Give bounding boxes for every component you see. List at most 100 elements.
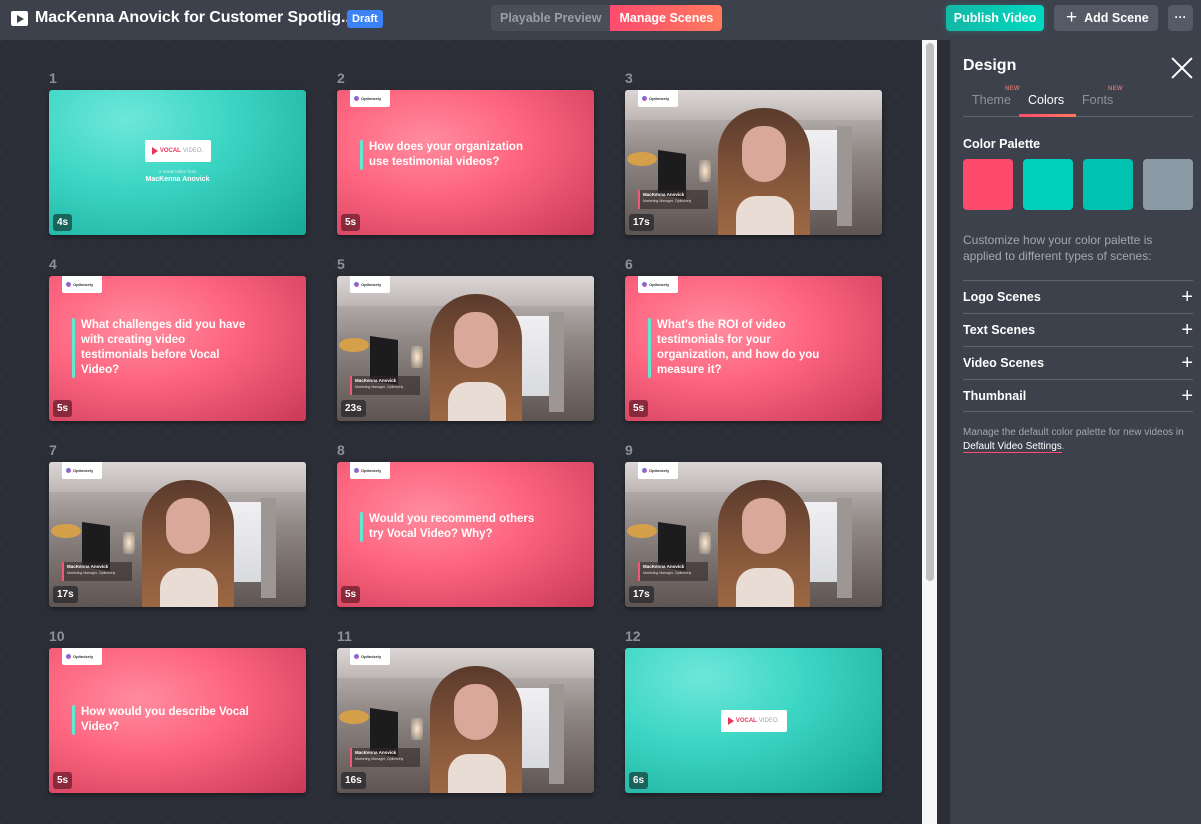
speaker-face xyxy=(166,498,210,554)
design-panel: Design Theme NEW Colors Fonts NEW Color … xyxy=(950,40,1201,824)
accordion-video-scenes[interactable]: Video Scenes + xyxy=(963,346,1193,379)
expand-plus-icon[interactable]: + xyxy=(1181,353,1193,373)
scrollbar-thumb[interactable] xyxy=(926,43,934,581)
brand-logo-tag: Optimizely xyxy=(638,276,678,293)
duration-badge: 5s xyxy=(53,400,73,417)
scene-card: 11 MacKenna Anovick Marketing Manager, Opt… xyxy=(337,628,595,793)
speaker-face xyxy=(454,312,498,368)
optimizely-logo-icon xyxy=(354,96,359,101)
speaker-name: MacKenna Anovick xyxy=(643,564,685,569)
lower-third: MacKenna Anovick Marketing Manager, Optim… xyxy=(638,562,708,581)
tab-theme[interactable]: Theme xyxy=(972,93,1011,107)
scene-thumbnail-text[interactable]: Optimizely What's the ROI of video testim… xyxy=(625,276,882,421)
scene-number: 9 xyxy=(625,442,633,458)
color-swatch-1[interactable] xyxy=(963,159,1013,210)
scene-card: 4 Optimizely What challenges did you have … xyxy=(49,256,307,421)
accordion-text-scenes[interactable]: Text Scenes + xyxy=(963,313,1193,346)
accordion-label: Video Scenes xyxy=(963,356,1045,370)
speaker-role: Marketing Manager, Optimizely xyxy=(67,571,116,575)
optimizely-logo-icon xyxy=(642,282,647,287)
color-palette xyxy=(963,159,1193,210)
speaker-video-frame xyxy=(422,666,532,793)
more-options-button[interactable]: ··· xyxy=(1168,5,1193,31)
plus-icon: + xyxy=(1066,7,1078,28)
scene-type-accordion: Logo Scenes + Text Scenes + Video Scenes… xyxy=(963,280,1193,412)
tab-fonts[interactable]: Fonts xyxy=(1082,93,1113,107)
scene-thumbnail-text[interactable]: Optimizely How would you describe Vocal V… xyxy=(49,648,306,793)
default-video-settings-link[interactable]: Default Video Settings xyxy=(963,440,1062,453)
tab-manage-scenes[interactable]: Manage Scenes xyxy=(610,5,723,31)
brand-logo-tag: Optimizely xyxy=(62,276,102,293)
room-curtain xyxy=(549,684,564,784)
scene-card: 8 Optimizely Would you recommend others tr… xyxy=(337,442,595,607)
logo-scene-name: MacKenna Anovick xyxy=(145,176,210,183)
brand-logo-tag: Optimizely xyxy=(62,462,102,479)
new-badge: NEW xyxy=(1108,86,1123,92)
room-curtain xyxy=(837,126,852,226)
optimizely-logo-icon xyxy=(642,96,647,101)
brand-name: Optimizely xyxy=(361,654,382,659)
brand-name: Optimizely xyxy=(361,96,382,101)
speaker-role: Marketing Manager, Optimizely xyxy=(643,199,692,203)
close-icon[interactable] xyxy=(1171,57,1193,79)
scene-thumbnail-text[interactable]: Optimizely How does your organization use… xyxy=(337,90,594,235)
scene-thumbnail-video[interactable]: MacKenna Anovick Marketing Manager, Optim… xyxy=(625,90,882,235)
duration-badge: 5s xyxy=(629,400,649,417)
speaker-video-frame xyxy=(710,480,820,607)
publish-video-button[interactable]: Publish Video xyxy=(946,5,1044,31)
duration-badge: 17s xyxy=(629,214,654,231)
palette-description: Customize how your color palette is appl… xyxy=(963,233,1153,263)
accordion-label: Thumbnail xyxy=(963,388,1027,403)
scene-thumbnail-video[interactable]: MacKenna Anovick Marketing Manager, Optim… xyxy=(625,462,882,607)
scene-number: 3 xyxy=(625,70,633,86)
accordion-label: Text Scenes xyxy=(963,323,1036,337)
color-swatch-2[interactable] xyxy=(1023,159,1073,210)
tab-colors[interactable]: Colors xyxy=(1028,93,1064,107)
scene-number: 10 xyxy=(49,628,65,644)
default-settings-note: Manage the default color palette for new… xyxy=(963,426,1193,453)
video-title[interactable]: MacKenna Anovick for Customer Spotlig... xyxy=(35,9,354,27)
brand-name: Optimizely xyxy=(649,468,670,473)
vocal-video-logo: VOCAL VIDEO. xyxy=(144,139,211,162)
brand-name: Optimizely xyxy=(361,468,382,473)
logo-text: VIDEO. xyxy=(758,717,780,724)
divider xyxy=(937,40,950,824)
speaker-video-frame xyxy=(134,480,244,607)
speaker-shirt xyxy=(736,568,794,607)
scene-thumbnail-video[interactable]: MacKenna Anovick Marketing Manager, Optim… xyxy=(337,648,594,793)
room-curtain xyxy=(837,498,852,598)
expand-plus-icon[interactable]: + xyxy=(1181,287,1193,307)
speaker-role: Marketing Manager, Optimizely xyxy=(355,757,404,761)
optimizely-logo-icon xyxy=(66,468,71,473)
optimizely-logo-icon xyxy=(642,468,647,473)
add-scene-button[interactable]: + Add Scene xyxy=(1054,5,1158,31)
color-swatch-4[interactable] xyxy=(1143,159,1193,210)
optimizely-logo-icon xyxy=(354,282,359,287)
speaker-video-frame xyxy=(422,294,532,421)
speaker-role: Marketing Manager, Optimizely xyxy=(355,385,404,389)
accordion-thumbnail[interactable]: Thumbnail + xyxy=(963,379,1193,412)
optimizely-logo-icon xyxy=(354,468,359,473)
scene-thumbnail-text[interactable]: Optimizely What challenges did you have w… xyxy=(49,276,306,421)
scene-card: 6 Optimizely What's the ROI of video testi… xyxy=(625,256,883,421)
optimizely-logo-icon xyxy=(66,282,71,287)
play-video-icon xyxy=(11,11,28,26)
speaker-face xyxy=(454,684,498,740)
expand-plus-icon[interactable]: + xyxy=(1181,320,1193,340)
color-swatch-3[interactable] xyxy=(1083,159,1133,210)
expand-plus-icon[interactable]: + xyxy=(1181,386,1193,406)
accordion-logo-scenes[interactable]: Logo Scenes + xyxy=(963,280,1193,313)
brand-logo-tag: Optimizely xyxy=(638,462,678,479)
scene-thumbnail-text[interactable]: Optimizely Would you recommend others try… xyxy=(337,462,594,607)
flowers xyxy=(627,152,657,166)
speaker-face xyxy=(742,126,786,182)
scene-thumbnail-logo[interactable]: VOCAL VIDEO. 6s xyxy=(625,648,882,793)
tab-playable-preview[interactable]: Playable Preview xyxy=(491,5,610,31)
design-tabs: Theme NEW Colors Fonts NEW xyxy=(963,86,1193,117)
scene-thumbnail-logo[interactable]: VOCAL VIDEO. A Vocal Video from MacKenna An… xyxy=(49,90,306,235)
scene-thumbnail-video[interactable]: MacKenna Anovick Marketing Manager, Optim… xyxy=(337,276,594,421)
scene-thumbnail-video[interactable]: MacKenna Anovick Marketing Manager, Optim… xyxy=(49,462,306,607)
question-text: How would you describe Vocal Video? xyxy=(72,705,261,735)
scene-card: 7 MacKenna Anovick Marketing Manager, Opti… xyxy=(49,442,307,607)
duration-badge: 4s xyxy=(53,214,73,231)
